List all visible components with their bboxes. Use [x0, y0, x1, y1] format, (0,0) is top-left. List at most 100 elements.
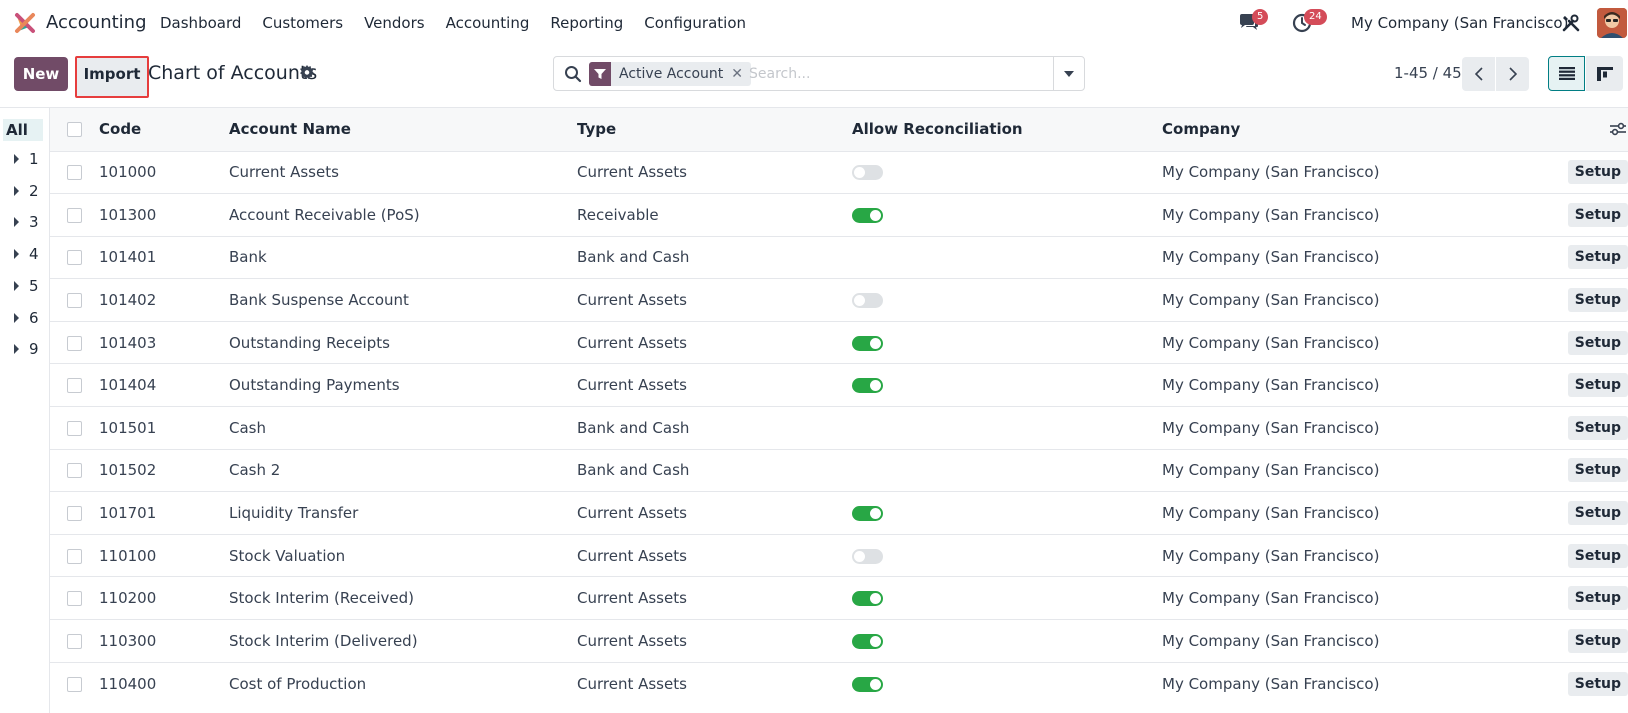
row-checkbox[interactable]: [67, 548, 82, 564]
cell-code[interactable]: 101403: [99, 320, 229, 364]
cell-company[interactable]: My Company (San Francisco): [1162, 576, 1547, 620]
cell-company[interactable]: My Company (San Francisco): [1162, 193, 1547, 237]
setup-button[interactable]: Setup: [1567, 160, 1628, 185]
cell-code[interactable]: 101000: [99, 150, 229, 194]
search-icon[interactable]: [564, 65, 582, 83]
menu-item-dashboard[interactable]: Dashboard: [160, 14, 241, 32]
side-group-6[interactable]: 6: [14, 309, 39, 327]
row-checkbox[interactable]: [67, 378, 82, 394]
row-checkbox[interactable]: [67, 207, 82, 223]
search-options-toggle[interactable]: [1053, 57, 1084, 90]
cell-type[interactable]: Current Assets: [577, 363, 852, 407]
cell-account-name[interactable]: Bank Suspense Account: [229, 278, 577, 322]
menu-item-customers[interactable]: Customers: [262, 14, 343, 32]
cell-account-name[interactable]: Stock Interim (Received): [229, 576, 577, 620]
cell-company[interactable]: My Company (San Francisco): [1162, 363, 1547, 407]
table-row[interactable]: 101300 Account Receivable (PoS) Receivable…: [50, 193, 1628, 237]
cell-type[interactable]: Current Assets: [577, 320, 852, 364]
side-panel-all[interactable]: All: [3, 119, 43, 141]
menu-item-reporting[interactable]: Reporting: [550, 14, 623, 32]
cell-code[interactable]: 101501: [99, 406, 229, 450]
import-button[interactable]: Import: [75, 56, 149, 98]
setup-button[interactable]: Setup: [1567, 628, 1628, 653]
cell-account-name[interactable]: Cash: [229, 406, 577, 450]
row-checkbox[interactable]: [67, 420, 82, 436]
optional-columns-icon[interactable]: [1610, 122, 1626, 136]
side-group-2[interactable]: 2: [14, 182, 39, 200]
menu-item-accounting[interactable]: Accounting: [446, 14, 530, 32]
table-row[interactable]: 110300 Stock Interim (Delivered) Current A…: [50, 619, 1628, 663]
setup-button[interactable]: Setup: [1567, 202, 1628, 227]
cell-account-name[interactable]: Cost of Production: [229, 661, 577, 705]
setup-button[interactable]: Setup: [1567, 586, 1628, 611]
setup-button[interactable]: Setup: [1567, 245, 1628, 270]
header-company[interactable]: Company: [1162, 108, 1547, 151]
setup-button[interactable]: Setup: [1567, 458, 1628, 483]
table-row[interactable]: 101403 Outstanding Receipts Current Assets…: [50, 320, 1628, 364]
cell-code[interactable]: 101300: [99, 193, 229, 237]
cell-account-name[interactable]: Liquidity Transfer: [229, 491, 577, 535]
cell-code[interactable]: 110100: [99, 533, 229, 577]
cell-account-name[interactable]: Cash 2: [229, 448, 577, 492]
cell-company[interactable]: My Company (San Francisco): [1162, 619, 1547, 663]
setup-button[interactable]: Setup: [1567, 543, 1628, 568]
table-row[interactable]: 110100 Stock Valuation Current Assets My Co…: [50, 533, 1628, 577]
cell-company[interactable]: My Company (San Francisco): [1162, 491, 1547, 535]
cell-type[interactable]: Current Assets: [577, 619, 852, 663]
reconcile-toggle[interactable]: [852, 293, 883, 309]
cell-company[interactable]: My Company (San Francisco): [1162, 406, 1547, 450]
company-switcher[interactable]: My Company (San Francisco): [1351, 14, 1568, 32]
app-name[interactable]: Accounting: [46, 12, 147, 33]
setup-button[interactable]: Setup: [1567, 415, 1628, 440]
cell-type[interactable]: Bank and Cash: [577, 448, 852, 492]
list-view-button[interactable]: [1548, 56, 1585, 91]
select-all-checkbox[interactable]: [67, 122, 82, 138]
cell-type[interactable]: Current Assets: [577, 661, 852, 705]
pager-previous-button[interactable]: [1462, 57, 1495, 91]
search-input[interactable]: [749, 63, 1039, 85]
table-row[interactable]: 101501 Cash Bank and Cash My Company (San F…: [50, 406, 1628, 450]
menu-item-vendors[interactable]: Vendors: [364, 14, 425, 32]
setup-button[interactable]: Setup: [1567, 288, 1628, 313]
side-group-4[interactable]: 4: [14, 245, 39, 263]
reconcile-toggle[interactable]: [852, 548, 883, 564]
cell-account-name[interactable]: Current Assets: [229, 150, 577, 194]
reconcile-toggle[interactable]: [852, 506, 883, 522]
kanban-view-button[interactable]: [1586, 56, 1623, 91]
setup-button[interactable]: Setup: [1567, 373, 1628, 398]
cell-code[interactable]: 101502: [99, 448, 229, 492]
cell-account-name[interactable]: Outstanding Payments: [229, 363, 577, 407]
header-allow-reconciliation[interactable]: Allow Reconciliation: [852, 108, 1162, 151]
row-checkbox[interactable]: [67, 250, 82, 266]
header-account-name[interactable]: Account Name: [229, 108, 577, 151]
cell-type[interactable]: Current Assets: [577, 491, 852, 535]
debug-tools-icon[interactable]: [1561, 13, 1581, 33]
row-checkbox[interactable]: [67, 335, 82, 351]
reconcile-toggle[interactable]: [852, 207, 883, 223]
reconcile-toggle[interactable]: [852, 633, 883, 649]
cell-type[interactable]: Current Assets: [577, 150, 852, 194]
row-checkbox[interactable]: [67, 293, 82, 309]
accounting-app-icon[interactable]: [13, 11, 37, 35]
setup-button[interactable]: Setup: [1567, 330, 1628, 355]
cell-code[interactable]: 110200: [99, 576, 229, 620]
cell-code[interactable]: 101402: [99, 278, 229, 322]
row-checkbox[interactable]: [67, 591, 82, 607]
pager-value[interactable]: 1-45 / 45: [1394, 64, 1462, 82]
reconcile-toggle[interactable]: [852, 165, 883, 181]
table-row[interactable]: 101000 Current Assets Current Assets My Com…: [50, 150, 1628, 194]
header-type[interactable]: Type: [577, 108, 852, 151]
cell-company[interactable]: My Company (San Francisco): [1162, 661, 1547, 705]
row-checkbox[interactable]: [67, 676, 82, 692]
table-row[interactable]: 101701 Liquidity Transfer Current Assets My…: [50, 491, 1628, 535]
cell-company[interactable]: My Company (San Francisco): [1162, 235, 1547, 279]
reconcile-toggle[interactable]: [852, 335, 883, 351]
cell-company[interactable]: My Company (San Francisco): [1162, 150, 1547, 194]
table-row[interactable]: 101402 Bank Suspense Account Current Asset…: [50, 278, 1628, 322]
side-group-3[interactable]: 3: [14, 213, 39, 231]
setup-button[interactable]: Setup: [1567, 671, 1628, 696]
cell-company[interactable]: My Company (San Francisco): [1162, 278, 1547, 322]
side-group-9[interactable]: 9: [14, 340, 39, 358]
cell-code[interactable]: 101701: [99, 491, 229, 535]
table-row[interactable]: 110200 Stock Interim (Received) Current As…: [50, 576, 1628, 620]
